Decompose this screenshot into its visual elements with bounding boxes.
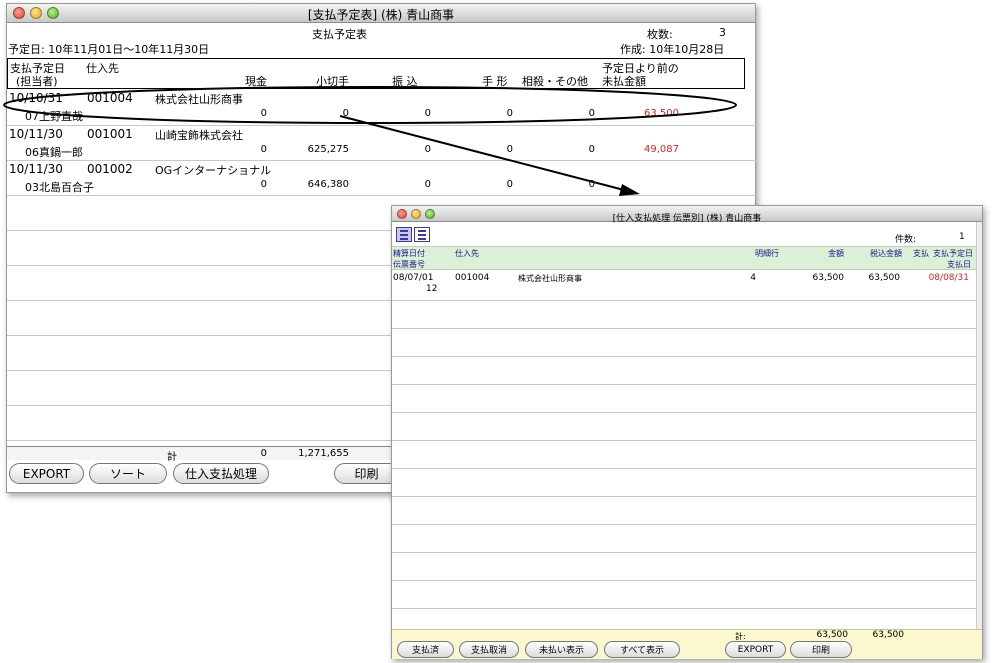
show-unpaid-button[interactable]: 未払い表示 [525,641,598,658]
vertical-scrollbar[interactable] [976,222,982,630]
row-transfer: 0 [424,144,431,155]
row-staff: 03北島百合子 [25,181,94,194]
row-supplier-name: OGインターナショナル [155,164,272,177]
row-tax-incl: 63,500 [868,273,901,283]
row-cash: 0 [260,144,267,155]
header-offset: 相殺・その他 [522,75,588,88]
row-date: 10/11/30 [9,162,63,176]
header-paid: 支払 [913,249,929,258]
page-count: 3 [719,26,726,39]
total-tax-incl: 63,500 [872,630,905,640]
row-date: 08/07/01 [393,273,434,283]
header-supplier: 仕入先 [86,62,119,75]
row-bill: 0 [506,144,513,155]
total-amount: 63,500 [816,630,849,640]
created-date: 作成: 10年10月28日 [620,43,725,56]
row-bill: 0 [506,108,513,119]
row-due-date: 08/08/31 [928,273,969,283]
sort-button[interactable]: ソート [89,463,167,484]
count-value: 1 [959,232,965,242]
header-bill: 手 形 [482,75,508,88]
row-supplier-code: 001004 [87,91,133,105]
row-supplier-code: 001002 [87,162,133,176]
row-transfer: 0 [424,108,431,119]
total-check: 1,271,655 [298,448,349,459]
row-supplier-code: 001001 [87,127,133,141]
row-check: 646,380 [307,179,349,190]
window-title: [支払予定表] (株) 青山商事 [307,8,455,22]
table-row[interactable]: 10/11/30 001002 OGインターナショナル 03北島百合子 0 64… [7,161,757,195]
row-date: 10/10/31 [9,91,63,105]
table-header: 精算日付 伝票番号 仕入先 明細行 金額 税込金額 支払 支払予定日 支払日 [392,246,978,270]
header-unpaid-2: 未払金額 [602,75,646,88]
zoom-icon[interactable] [425,208,435,219]
row-check: 0 [342,108,349,119]
header-check: 小切手 [316,75,349,88]
header-slip-no: 伝票番号 [393,260,425,269]
detail-view-icon[interactable] [414,227,430,242]
window-title: [仕入支払処理 伝票別] (株) 青山商事 [612,214,762,224]
count-label: 件数: [895,235,917,245]
export-button[interactable]: EXPORT [9,463,84,484]
window-titlebar[interactable]: [支払予定表] (株) 青山商事 [7,4,755,23]
close-icon[interactable] [397,208,407,219]
total-cash: 0 [260,448,267,459]
header-due-date: 支払予定日 [933,249,973,258]
header-pay-date: 支払日 [947,260,971,269]
row-transfer: 0 [424,179,431,190]
row-check: 625,275 [307,144,349,155]
header-staff: (担当者) [16,75,58,88]
row-staff: 06真鍋一郎 [25,146,83,159]
row-staff: 07上野直哉 [25,110,83,123]
view-toggle [396,227,430,242]
row-supplier-code: 001004 [455,273,490,283]
header-lines: 明細行 [755,249,779,258]
row-amount: 63,500 [812,273,845,283]
table-row[interactable]: 08/07/01 12 001004 株式会社山形商事 4 63,500 63,… [392,271,978,299]
row-offset: 0 [588,144,595,155]
header-supplier: 仕入先 [455,249,479,258]
print-button[interactable]: 印刷 [790,641,852,658]
minimize-icon[interactable] [30,7,42,19]
row-slip-no: 12 [426,284,438,294]
row-cash: 0 [260,179,267,190]
date-range: 予定日: 10年11月01日〜10年11月30日 [8,43,210,56]
header-settle-date: 精算日付 [393,249,425,258]
row-bill: 0 [506,179,513,190]
row-lines: 4 [750,273,756,283]
window-titlebar[interactable]: [仕入支払処理 伝票別] (株) 青山商事 [392,206,982,224]
row-offset: 0 [588,179,595,190]
row-offset: 0 [588,108,595,119]
cancel-payment-button[interactable]: 支払取消 [459,641,519,658]
export-button[interactable]: EXPORT [725,641,786,658]
total-label: 計 [167,452,177,463]
footer-bar: 計: 63,500 63,500 支払済 支払取消 未払い表示 すべて表示 EX… [392,629,982,659]
paid-button[interactable]: 支払済 [397,641,454,658]
row-supplier-name: 株式会社山形商事 [155,93,243,106]
header-tax-incl: 税込金額 [870,249,902,258]
zoom-icon[interactable] [47,7,59,19]
table-header: 支払予定日 (担当者) 仕入先 現金 小切手 振 込 手 形 相殺・その他 予定… [7,58,745,89]
row-unpaid: 49,087 [644,144,679,155]
report-title: 支払予定表 [312,28,367,41]
header-cash: 現金 [245,75,267,88]
minimize-icon[interactable] [411,208,421,219]
table-row[interactable]: 10/10/31 001004 株式会社山形商事 07上野直哉 0 0 0 0 … [7,90,757,125]
row-cash: 0 [260,108,267,119]
purchase-payment-button[interactable]: 仕入支払処理 [173,463,269,484]
show-all-button[interactable]: すべて表示 [604,641,680,658]
table-row[interactable]: 10/11/30 001001 山崎宝飾株式会社 06真鍋一郎 0 625,27… [7,126,757,160]
header-amount: 金額 [828,249,844,258]
purchase-payment-window: [仕入支払処理 伝票別] (株) 青山商事 件数: 1 精算日付 伝票番号 仕入… [391,205,983,659]
row-supplier-name: 山崎宝飾株式会社 [155,129,243,142]
print-button[interactable]: 印刷 [334,463,399,484]
row-unpaid: 63,500 [644,108,679,119]
page-count-label: 枚数: [647,28,673,41]
header-transfer: 振 込 [392,75,418,88]
close-icon[interactable] [13,7,25,19]
list-view-icon[interactable] [396,227,412,242]
row-date: 10/11/30 [9,127,63,141]
row-supplier-name: 株式会社山形商事 [518,274,582,283]
